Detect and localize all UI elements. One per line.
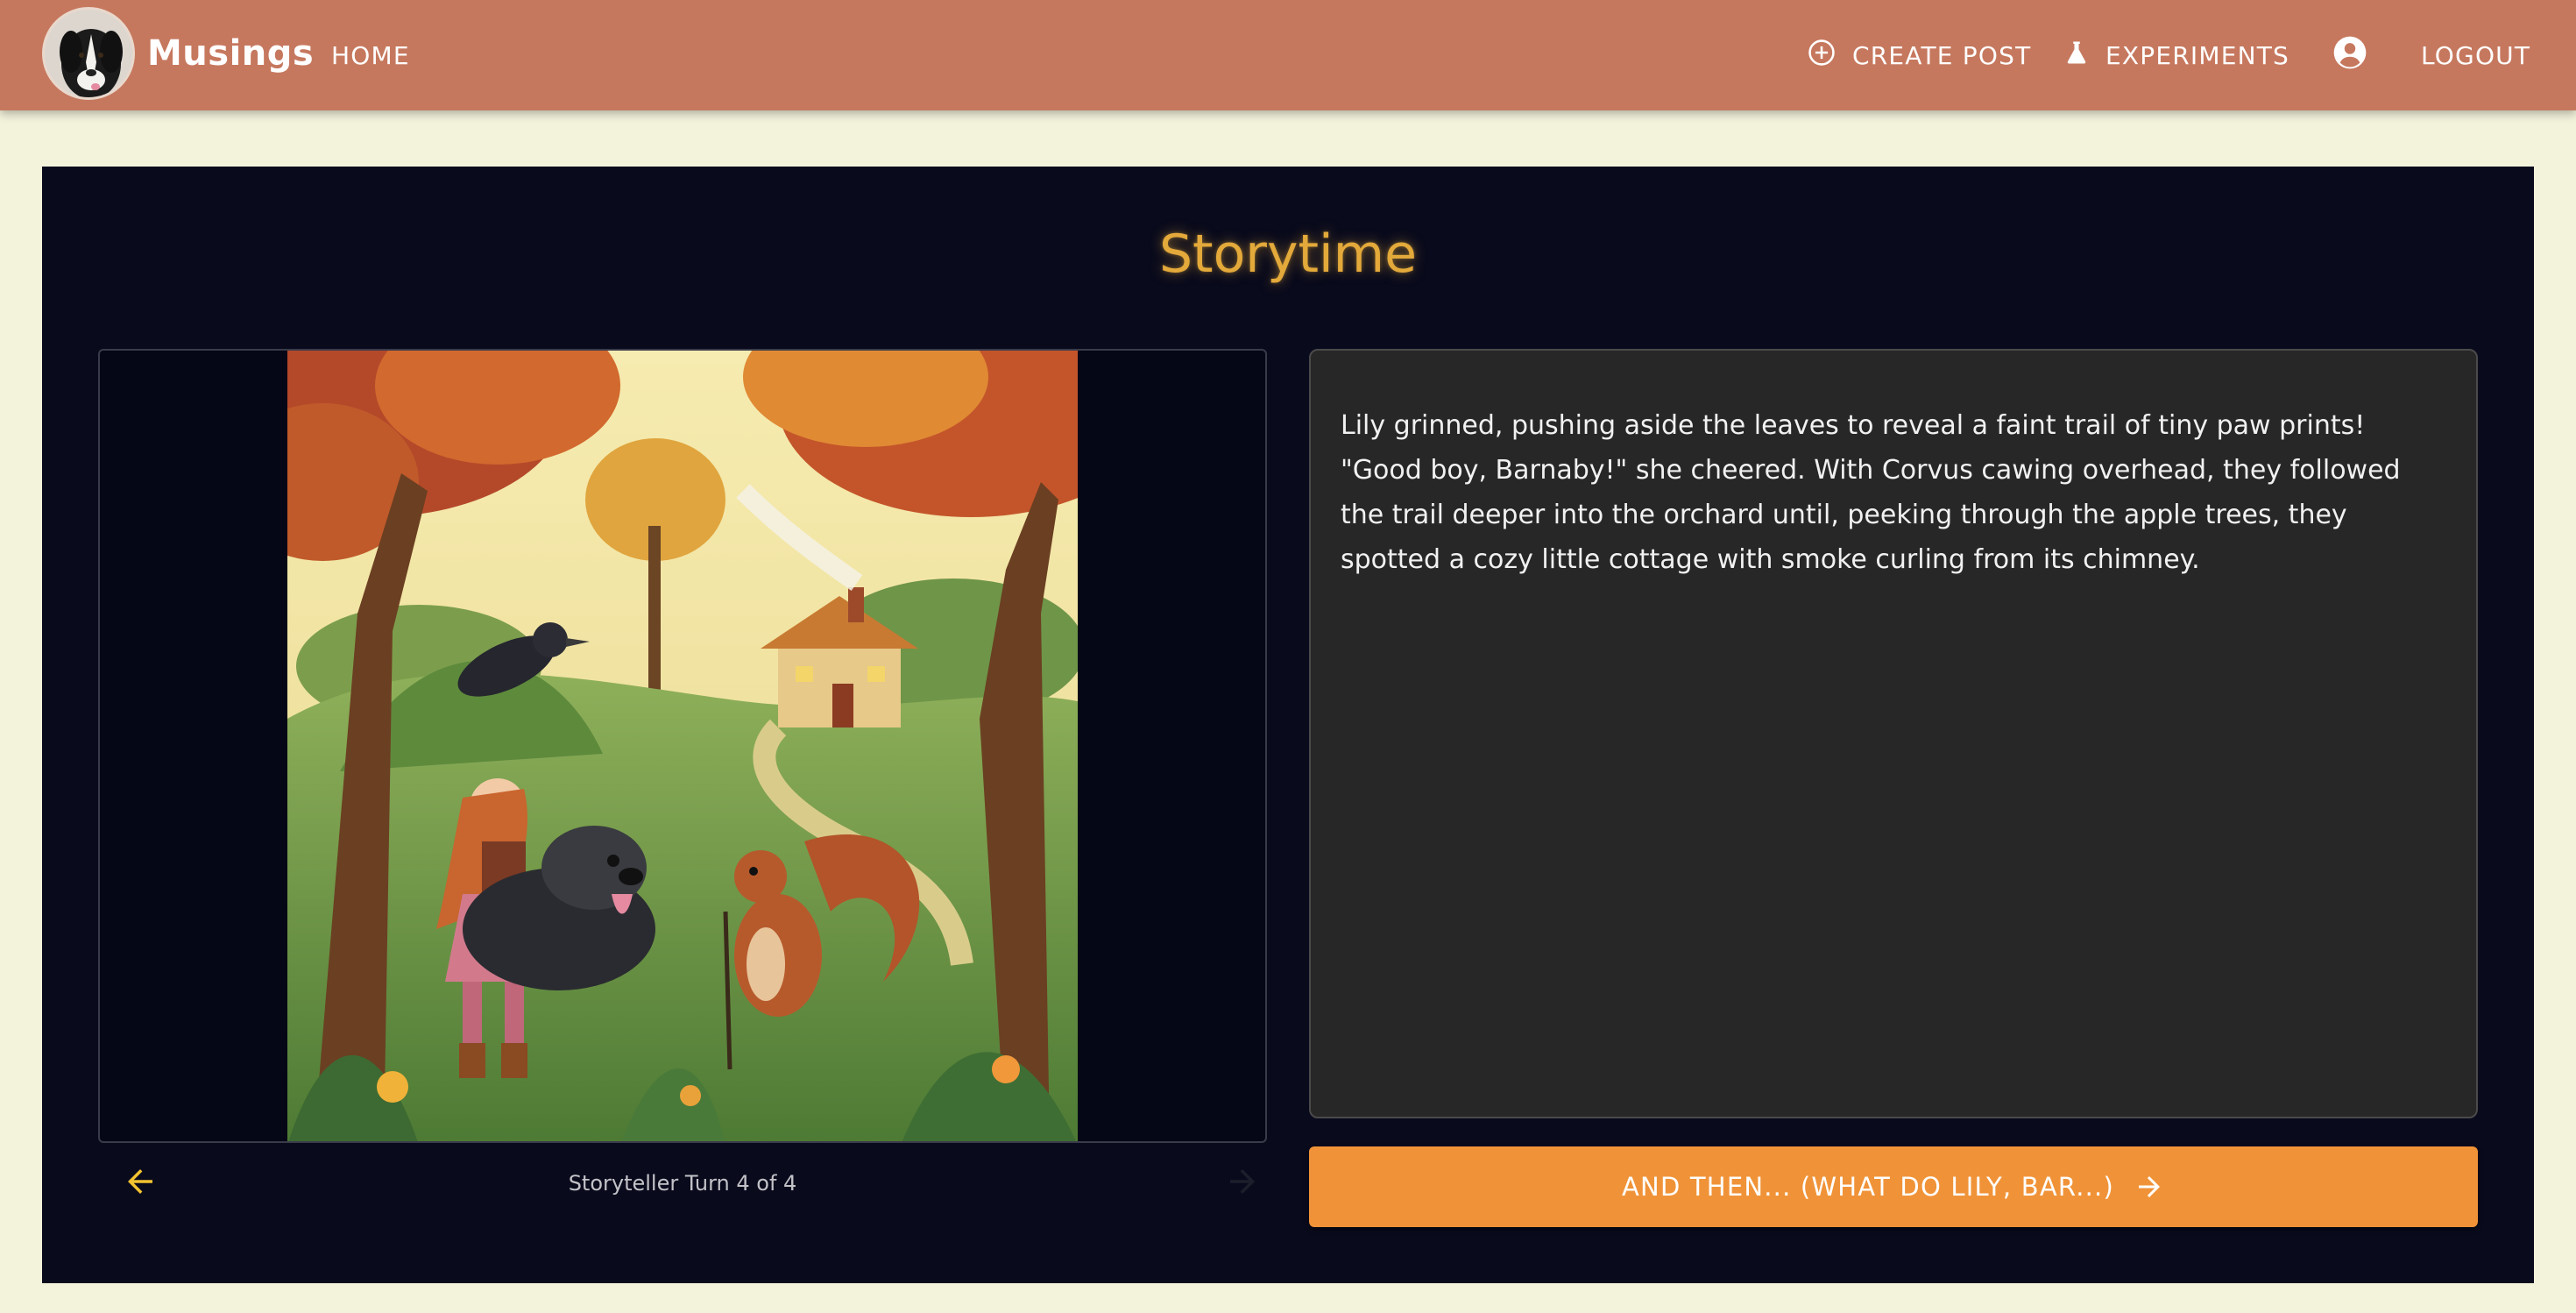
nav-logout-label: LOGOUT — [2421, 40, 2531, 70]
story-text-panel: Lily grinned, pushing aside the leaves t… — [1309, 349, 2478, 1118]
nav-create-post-button[interactable]: CREATE POST — [1807, 35, 2031, 75]
app-bar: Musings HOME CREATE POST EXPERIMENTS LOG… — [0, 0, 2576, 110]
account-button[interactable] — [2331, 35, 2369, 75]
nav-experiments-label: EXPERIMENTS — [2105, 40, 2290, 70]
arrow-right-icon — [2134, 1171, 2165, 1203]
and-then-button[interactable]: AND THEN... (WHAT DO LILY, BAR...) — [1309, 1146, 2478, 1227]
and-then-label: AND THEN... (WHAT DO LILY, BAR...) — [1622, 1172, 2114, 1202]
turn-counter: Storyteller Turn 4 of 4 — [568, 1171, 797, 1196]
story-text: Lily grinned, pushing aside the leaves t… — [1341, 410, 2401, 575]
brand-name[interactable]: Musings — [147, 29, 314, 78]
nav-home-button[interactable]: HOME — [331, 35, 410, 75]
next-turn-button[interactable] — [1211, 1152, 1274, 1215]
nav-logout-button[interactable]: LOGOUT — [2421, 35, 2530, 75]
arrow-right-icon — [1224, 1163, 1261, 1203]
nav-home-label: HOME — [331, 40, 410, 70]
story-illustration — [287, 351, 1078, 1141]
dog-avatar-icon — [45, 10, 132, 97]
account-circle-icon — [2331, 33, 2369, 78]
nav-experiments-button[interactable]: EXPERIMENTS — [2063, 35, 2289, 75]
brand-avatar[interactable] — [42, 7, 135, 100]
page-title: Storytime — [1158, 224, 1418, 285]
storytime-card: Storytime Lily grinned, pushing aside th… — [42, 167, 2534, 1283]
flask-icon — [2063, 39, 2090, 73]
nav-create-post-label: CREATE POST — [1852, 40, 2032, 70]
add-circle-icon — [1807, 38, 1836, 74]
story-image-frame — [98, 349, 1267, 1143]
